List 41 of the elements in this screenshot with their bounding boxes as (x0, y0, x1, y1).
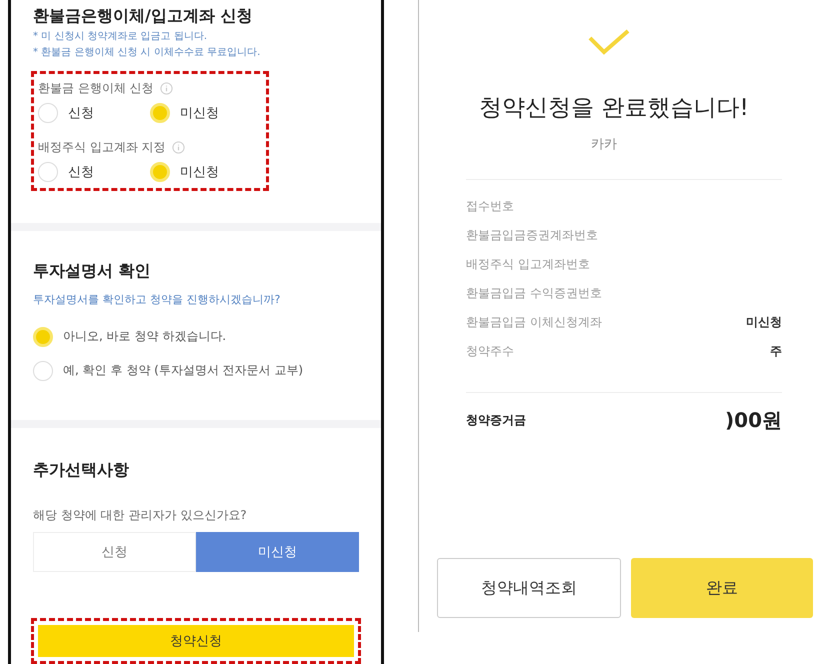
confirm-button[interactable]: 완료 (631, 558, 813, 618)
section-title: 투자설명서 확인 (33, 260, 152, 282)
section-title: 환불금은행이체/입고계좌 신청 (33, 6, 254, 27)
notice-text: * 미 신청시 청약계좌로 입금고 됩니다. (33, 30, 208, 43)
question-text: 해당 청약에 대한 관리자가 있으신가요? (33, 506, 248, 524)
section-title: 추가선택사항 (33, 460, 130, 481)
total-amount: )00원 (725, 407, 782, 434)
notice-text: * 환불금 은행이체 신청 시 이체수수료 무료입니다. (33, 46, 262, 59)
radio-option[interactable]: 예, 확인 후 청약 (투자설명서 전자문서 교부) (33, 360, 359, 381)
radio-button[interactable] (38, 103, 58, 123)
question-text: 투자설명서를 확인하고 청약을 진행하시겠습니까? (33, 292, 282, 307)
radio-option[interactable]: 미신청 (150, 162, 262, 182)
info-value: 주 (770, 343, 782, 360)
info-label: 청약주수 (466, 343, 514, 360)
subtitle-text: 카카 (591, 136, 617, 153)
radio-option[interactable]: 신청 (38, 162, 150, 182)
segment-button[interactable]: 미신청 (196, 532, 359, 572)
radio-button[interactable] (150, 103, 170, 123)
total-label: 청약증거금 (466, 412, 526, 429)
segment-button[interactable]: 신청 (33, 532, 196, 572)
info-label: 배정주식 입고계좌번호 (466, 256, 590, 273)
radio-option[interactable]: 신청 (38, 103, 150, 123)
info-label: 환불금입금증권계좌번호 (466, 227, 598, 244)
history-button[interactable]: 청약내역조회 (437, 558, 621, 618)
option-label: 배정주식 입고계좌 지정 (38, 139, 166, 156)
info-label: 환불금입금 수익증권번호 (466, 285, 602, 302)
info-value: 미신청 (746, 314, 782, 331)
option-label: 환불금 은행이체 신청 (38, 80, 154, 97)
submit-button[interactable]: 청약신청 (38, 624, 354, 657)
checkmark-icon (587, 28, 631, 56)
radio-option[interactable]: 미신청 (150, 103, 262, 123)
radio-option[interactable]: 아니오, 바로 청약 하겠습니다. (33, 326, 359, 347)
info-icon[interactable] (160, 82, 173, 95)
radio-button[interactable] (38, 162, 58, 182)
info-label: 접수번호 (466, 198, 514, 215)
radio-button[interactable] (33, 326, 53, 347)
radio-button[interactable] (33, 360, 53, 381)
info-label: 환불금입금 이체신청계좌 (466, 314, 602, 331)
completion-title: 청약신청을 완료했습니다! (478, 94, 750, 123)
radio-button[interactable] (150, 162, 170, 182)
info-icon[interactable] (172, 141, 185, 154)
